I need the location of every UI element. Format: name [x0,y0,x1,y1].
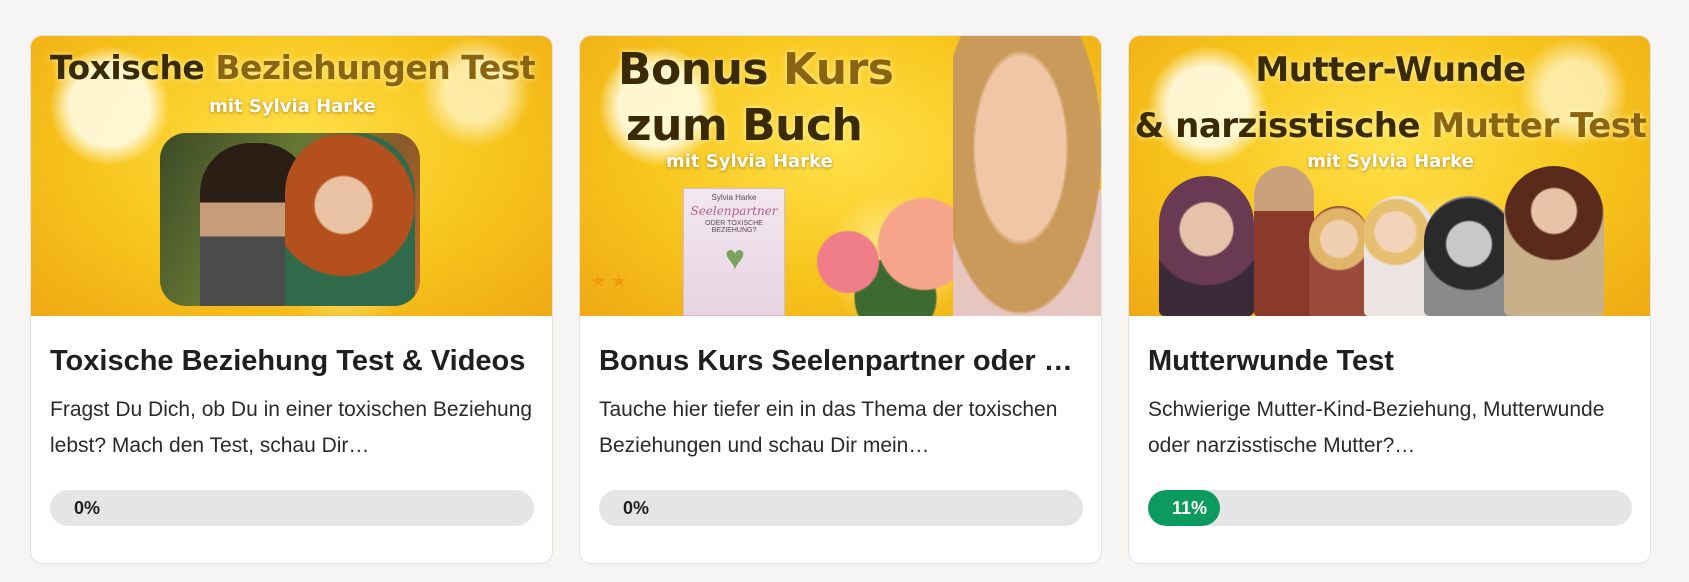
book-author: Sylvia Harke [711,193,757,202]
thumbnail-title-part: Bonus [618,44,769,95]
thumbnail-title: Bonus Kurs zum Buch [618,42,1101,154]
book-cover: Sylvia Harke Seelenpartner ODER TOXISCHE… [683,188,785,316]
course-title[interactable]: Mutterwunde Test [1148,343,1631,379]
course-thumbnail[interactable]: Mutter-Wunde & narzisstische Mutter Test… [1129,36,1650,316]
thumbnail-title-part: Mutter Test [1431,106,1647,146]
thumbnail-title-part: Kurs [782,44,894,95]
thumbnail-title-part: & narzisstische [1134,106,1421,146]
stars-icon: ★ ★ [590,271,628,291]
course-thumbnail[interactable]: Toxische Beziehungen Test mit Sylvia Har… [31,36,552,316]
thumbnail-subtitle: mit Sylvia Harke [209,96,376,117]
course-description: Fragst Du Dich, ob Du in einer toxischen… [50,398,533,457]
progress-bar: 11% [1148,490,1632,526]
course-title[interactable]: Toxische Beziehung Test & Videos [50,343,533,379]
book-subtitle: ODER TOXISCHE BEZIEHUNG? [705,220,763,234]
course-title[interactable]: Bonus Kurs Seelenpartner oder to… [599,343,1082,379]
couple-photo [160,133,420,306]
thumbnail-title-part: Toxische [49,48,205,87]
thumbnail-title: Mutter-Wunde & narzisstische Mutter Test [1129,42,1650,154]
thumbnail-title: Toxische Beziehungen Test [31,48,552,87]
course-card-toxische-beziehung[interactable]: Toxische Beziehungen Test mit Sylvia Har… [30,35,553,564]
course-description: Tauche hier tiefer ein in das Thema der … [599,398,1058,457]
course-description: Schwierige Mutter-Kind-Beziehung, Mutter… [1148,398,1605,457]
thumbnail-title-part: zum Buch [626,100,863,151]
thumbnail-title-part: Mutter-Wunde [1255,50,1526,90]
thumbnail-subtitle: mit Sylvia Harke [666,151,833,172]
thumbnail-title-part: Beziehungen Test [215,48,536,87]
course-thumbnail[interactable]: Bonus Kurs zum Buch mit Sylvia Harke Syl… [580,36,1101,316]
book-title: Seelenpartner [690,204,778,218]
portrait-collage [1159,164,1609,316]
progress-bar: 0% [599,490,1083,526]
course-card-bonus-kurs[interactable]: Bonus Kurs zum Buch mit Sylvia Harke Syl… [579,35,1102,564]
course-grid: Toxische Beziehungen Test mit Sylvia Har… [30,35,1651,564]
progress-label: 0% [623,498,650,518]
progress-bar: 0% [50,490,534,526]
heart-icon: ♥ [724,239,746,277]
progress-label: 0% [74,498,101,518]
progress-label: 11% [1172,498,1208,518]
course-card-mutterwunde[interactable]: Mutter-Wunde & narzisstische Mutter Test… [1128,35,1651,564]
